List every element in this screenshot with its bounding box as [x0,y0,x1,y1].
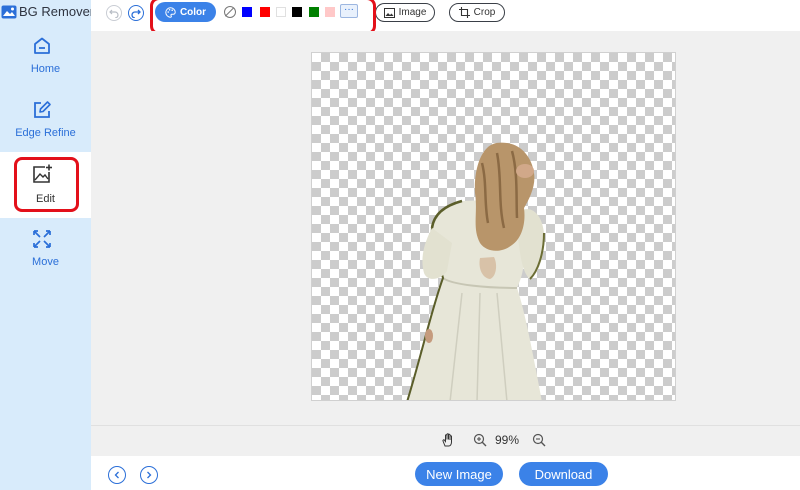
image-icon [383,7,395,18]
chevron-left-icon [114,471,119,479]
next-button[interactable] [140,466,158,484]
crop-icon [458,7,470,18]
color-swatch-white[interactable] [276,7,286,17]
crop-button-label: Crop [473,7,496,18]
color-swatch-pink[interactable] [325,7,335,17]
app-title: BG Remover [19,4,95,19]
sidebar-item-move[interactable]: Move [0,221,91,285]
sidebar-item-label: Edge Refine [15,127,76,139]
color-swatch-green[interactable] [309,7,319,17]
edit-pencil-icon [34,101,51,118]
no-color-swatch[interactable] [224,6,236,18]
move-arrows-icon [33,230,51,248]
image-canvas[interactable] [311,52,676,401]
color-swatch-black[interactable] [292,7,302,17]
app-logo: BG Remover [0,0,95,24]
undo-button[interactable] [106,5,122,21]
sidebar-item-label: Home [30,63,61,75]
home-icon [34,37,50,54]
redo-button[interactable] [128,5,144,21]
zoom-out-icon[interactable] [532,433,546,447]
redo-icon [131,9,141,18]
more-colors-button[interactable]: ··· [340,4,358,18]
palette-icon [165,6,176,18]
workspace [91,31,800,425]
bottom-action-bar: New Image Download [91,456,800,490]
hand-pan-icon[interactable] [441,433,455,447]
image-button-label: Image [398,7,427,18]
image-background-button[interactable]: Image [375,3,435,22]
color-button[interactable]: Color [155,2,216,22]
color-swatch-blue[interactable] [242,7,252,17]
sidebar-item-edge-refine[interactable]: Edge Refine [0,92,91,156]
crop-button[interactable]: Crop [449,3,505,22]
logo-icon [1,5,17,19]
image-edit-icon [33,164,52,183]
sidebar-item-edit[interactable]: Edit [0,152,91,218]
zoom-bar: 99% [91,425,800,456]
download-button[interactable]: Download [519,462,608,486]
new-image-button[interactable]: New Image [415,462,503,486]
sidebar-item-label: Edit [36,193,55,205]
zoom-in-icon[interactable] [473,433,487,447]
color-swatch-red[interactable] [260,7,270,17]
sidebar-item-label: Move [32,256,59,268]
subject-woman-image [406,142,545,400]
previous-button[interactable] [108,466,126,484]
sidebar: BG Remover Home Edge Refine Edit Move [0,0,95,490]
zoom-level: 99% [495,433,520,447]
undo-icon [109,9,119,18]
sidebar-item-home[interactable]: Home [0,28,91,92]
chevron-right-icon [147,471,152,479]
color-button-label: Color [179,6,207,18]
toolbar: Color ··· Image Crop [91,0,800,31]
